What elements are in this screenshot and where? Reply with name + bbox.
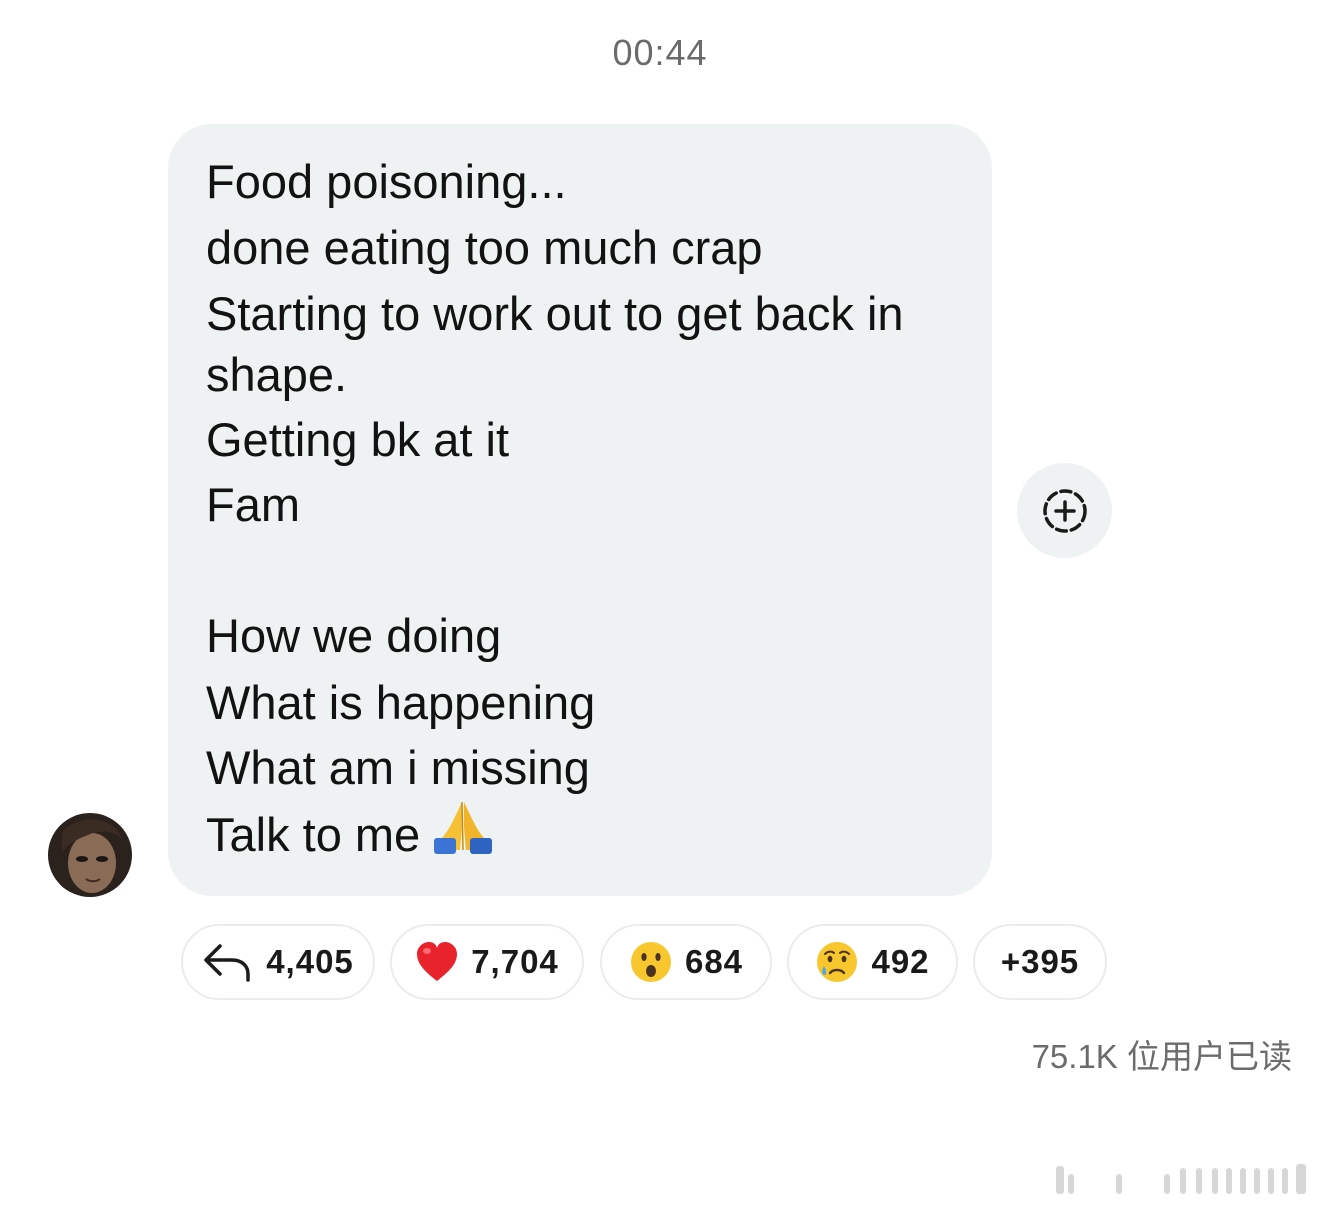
more-reactions-count: +395 xyxy=(1000,943,1080,980)
surprised-reaction-count: 684 xyxy=(684,943,744,980)
red-heart-icon xyxy=(415,941,459,983)
add-reaction-icon xyxy=(1042,488,1087,533)
message-line: Starting to work out to get back in xyxy=(206,287,904,340)
message-last-line: Talk to me xyxy=(206,801,494,866)
more-reactions-button[interactable]: +395 xyxy=(973,924,1107,1000)
surprised-reaction-button[interactable]: 684 xyxy=(600,924,772,1000)
message-bubble[interactable]: Food poisoning... done eating too much c… xyxy=(168,124,992,896)
message-line: Fam xyxy=(206,478,300,531)
avatar[interactable] xyxy=(48,813,132,897)
reply-count-button[interactable]: 4,405 xyxy=(181,924,375,1000)
reply-count: 4,405 xyxy=(266,943,354,980)
seen-by-count: 75.1K 位用户已读 xyxy=(1031,1038,1292,1075)
reply-arrow-icon xyxy=(202,940,254,984)
message-line: What is happening xyxy=(206,676,596,729)
message-line: What am i missing xyxy=(206,741,590,794)
pray-emoji-icon xyxy=(432,798,494,866)
message-timestamp: 00:44 xyxy=(612,32,708,73)
heart-reaction-button[interactable]: 7,704 xyxy=(390,924,584,1000)
surprised-face-icon xyxy=(629,940,673,984)
add-reaction-button[interactable] xyxy=(1017,463,1112,558)
message-line: Food poisoning... xyxy=(206,155,567,208)
message-line: shape. xyxy=(206,348,348,401)
crying-reaction-count: 492 xyxy=(871,943,930,980)
crying-reaction-button[interactable]: 492 xyxy=(787,924,958,1000)
heart-reaction-count: 7,704 xyxy=(471,943,559,980)
watermark-barcode xyxy=(1056,1160,1310,1199)
message-line: How we doing xyxy=(206,609,502,662)
message-line: Talk to me xyxy=(206,808,421,861)
message-line: Getting bk at it xyxy=(206,413,510,466)
crying-face-icon xyxy=(815,940,859,984)
message-line: done eating too much crap xyxy=(206,221,763,274)
